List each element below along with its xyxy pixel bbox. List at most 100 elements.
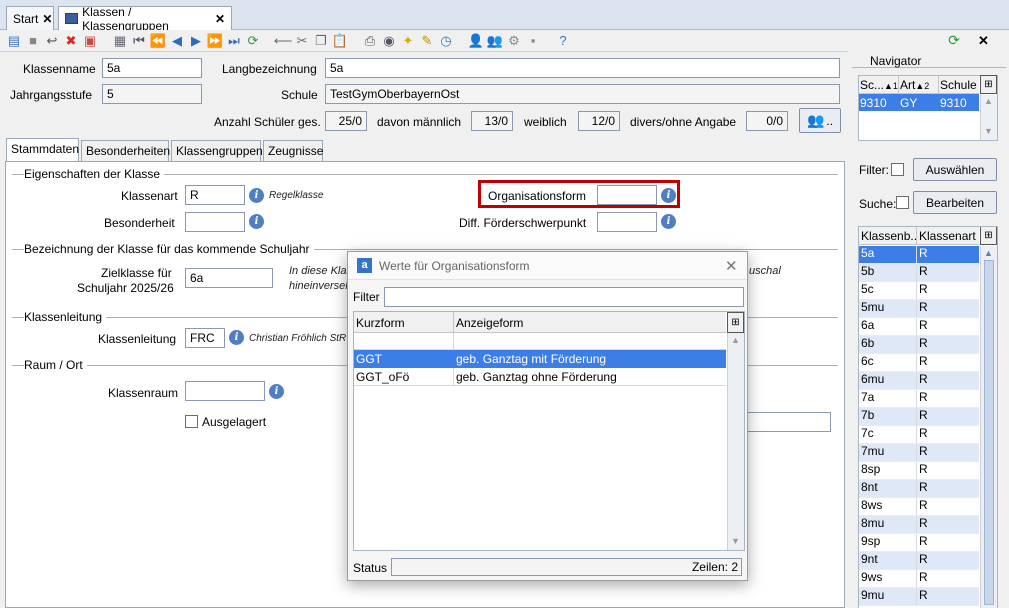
settings-icon[interactable]: ⚙	[506, 33, 522, 49]
back-arrow-icon[interactable]: ⟵	[274, 33, 293, 49]
cut-icon[interactable]: ✂	[294, 33, 310, 49]
scroll-down-icon[interactable]: ▼	[984, 126, 993, 136]
column-chooser-icon[interactable]: ⊞	[727, 312, 744, 333]
column-chooser-icon[interactable]: ⊞	[980, 75, 997, 94]
tab-start[interactable]: Start ✕	[6, 6, 54, 30]
scroll-down-icon[interactable]: ▼	[731, 536, 740, 546]
refresh-navigator-icon[interactable]: ⟳	[945, 32, 963, 50]
list-item[interactable]: 9sp R	[859, 534, 979, 552]
besonderheit-field[interactable]	[185, 212, 245, 232]
list-item[interactable]: 9ws R	[859, 570, 979, 588]
column-chooser-icon[interactable]: ⊞	[980, 227, 997, 245]
suche-checkbox[interactable]	[896, 196, 909, 209]
bearbeiten-button[interactable]: Bearbeiten	[913, 191, 997, 214]
save-icon[interactable]: ■	[25, 33, 41, 49]
scroll-up-icon[interactable]: ▲	[984, 96, 993, 106]
info-icon[interactable]: i	[249, 214, 264, 229]
list-item[interactable]: 8ws R	[859, 498, 979, 516]
list-item[interactable]: 8sp R	[859, 462, 979, 480]
table-row[interactable]: GGT geb. Ganztag mit Förderung	[354, 350, 726, 368]
students-button[interactable]: 👥 ..	[799, 108, 841, 133]
user-icon[interactable]: 👤	[468, 33, 484, 49]
new-icon[interactable]: ▤	[6, 33, 22, 49]
users-icon[interactable]: 👥	[487, 33, 503, 49]
scroll-up-icon[interactable]: ▲	[731, 335, 740, 345]
grid-empty-row[interactable]	[354, 333, 726, 350]
brush-icon[interactable]: ✎	[419, 33, 435, 49]
ausgelagert-location-field[interactable]	[740, 412, 831, 432]
grid-scrollbar[interactable]: ▲ ▼	[727, 333, 744, 550]
jahrgangsstufe-field[interactable]: 5	[102, 84, 202, 104]
refresh-icon[interactable]: ⟳	[245, 33, 261, 49]
zielklasse-field[interactable]: 6a	[185, 268, 273, 288]
info-icon[interactable]: i	[661, 214, 676, 229]
next-icon[interactable]: ▶	[188, 33, 204, 49]
foerderschwerpunkt-field[interactable]	[597, 212, 657, 232]
schule-field[interactable]: TestGymOberbayernOst	[325, 84, 840, 104]
info-icon[interactable]: i	[229, 330, 244, 345]
list-item[interactable]: 6a R	[859, 318, 979, 336]
langbezeichnung-field[interactable]: 5a	[325, 58, 840, 78]
help-icon[interactable]: ?	[555, 33, 571, 49]
list-item[interactable]: 7c R	[859, 426, 979, 444]
class-list-scrollbar[interactable]: ▲	[980, 246, 997, 608]
copy-icon[interactable]: ❐	[313, 33, 329, 49]
list-item[interactable]: 5c R	[859, 282, 979, 300]
col-anzeigeform-header[interactable]: Anzeigeform	[456, 316, 523, 330]
tab-klassen[interactable]: Klassen / Klassengruppen ✕	[58, 5, 232, 33]
previous-icon[interactable]: ◀	[169, 33, 185, 49]
list-item[interactable]: 7b R	[859, 408, 979, 426]
undo-icon[interactable]: ↩	[44, 33, 60, 49]
list-item[interactable]: 7mu R	[859, 444, 979, 462]
tab-klassengruppen[interactable]: Klassengruppen	[171, 140, 263, 161]
col-art-header[interactable]: Art▲2	[899, 76, 939, 93]
ausgelagert-checkbox[interactable]	[185, 415, 198, 428]
book-icon[interactable]: ▪	[525, 33, 541, 49]
klassenleitung-field[interactable]: FRC	[185, 328, 225, 348]
col-klassenb-header[interactable]: Klassenb...	[859, 227, 917, 244]
close-icon[interactable]: ✕	[215, 12, 225, 26]
list-item[interactable]: 5a R	[859, 246, 979, 264]
reset-icon[interactable]: ▣	[82, 33, 98, 49]
list-item[interactable]: 5mu R	[859, 300, 979, 318]
col-kurzform-header[interactable]: Kurzform	[356, 316, 405, 330]
col-schule-header[interactable]: Schule	[939, 76, 979, 93]
list-icon[interactable]: ▦	[112, 33, 128, 49]
list-item[interactable]: 5b R	[859, 264, 979, 282]
list-item[interactable]: 9mu R	[859, 588, 979, 606]
close-icon[interactable]: ✕	[42, 12, 52, 26]
school-grid-scrollbar[interactable]: ▲ ▼	[980, 95, 997, 140]
filter-checkbox[interactable]	[891, 163, 904, 176]
tab-besonderheiten[interactable]: Besonderheiten	[81, 140, 170, 161]
clock-icon[interactable]: ◷	[438, 33, 454, 49]
list-item[interactable]: 6mu R	[859, 372, 979, 390]
scroll-up-icon[interactable]: ▲	[984, 248, 993, 258]
fast-back-icon[interactable]: ⏪	[150, 33, 166, 49]
last-record-icon[interactable]: ⏭	[226, 33, 242, 49]
bulb-icon[interactable]: ✦	[400, 33, 416, 49]
info-icon[interactable]: i	[269, 384, 284, 399]
klassenart-field[interactable]: R	[185, 185, 245, 205]
delete-icon[interactable]: ✖	[63, 33, 79, 49]
info-icon[interactable]: i	[249, 188, 264, 203]
klassenraum-field[interactable]	[185, 381, 265, 401]
col-sc-header[interactable]: Sc...▲1	[859, 76, 899, 93]
col-klassenart-header[interactable]: Klassenart	[917, 227, 979, 244]
list-item[interactable]: 6c R	[859, 354, 979, 372]
tab-zeugnisse[interactable]: Zeugnisse	[263, 140, 323, 161]
preview-icon[interactable]: ◉	[381, 33, 397, 49]
tab-stammdaten[interactable]: Stammdaten	[6, 138, 79, 162]
fast-forward-icon[interactable]: ⏩	[207, 33, 223, 49]
print-icon[interactable]: ⎙	[362, 33, 378, 49]
scrollbar-thumb[interactable]	[984, 260, 994, 605]
close-icon[interactable]: ✕	[725, 257, 738, 275]
list-item[interactable]: 9nt R	[859, 552, 979, 570]
organisationsform-field[interactable]	[597, 185, 657, 205]
dialog-filter-input[interactable]	[384, 287, 744, 307]
klassenname-field[interactable]: 5a	[102, 58, 202, 78]
close-icon[interactable]: ✕	[978, 33, 992, 49]
list-item[interactable]: 8nt R	[859, 480, 979, 498]
first-record-icon[interactable]: ⏮	[131, 33, 147, 49]
school-row[interactable]: 9310 GY 9310	[859, 94, 979, 111]
info-icon[interactable]: i	[661, 188, 676, 203]
